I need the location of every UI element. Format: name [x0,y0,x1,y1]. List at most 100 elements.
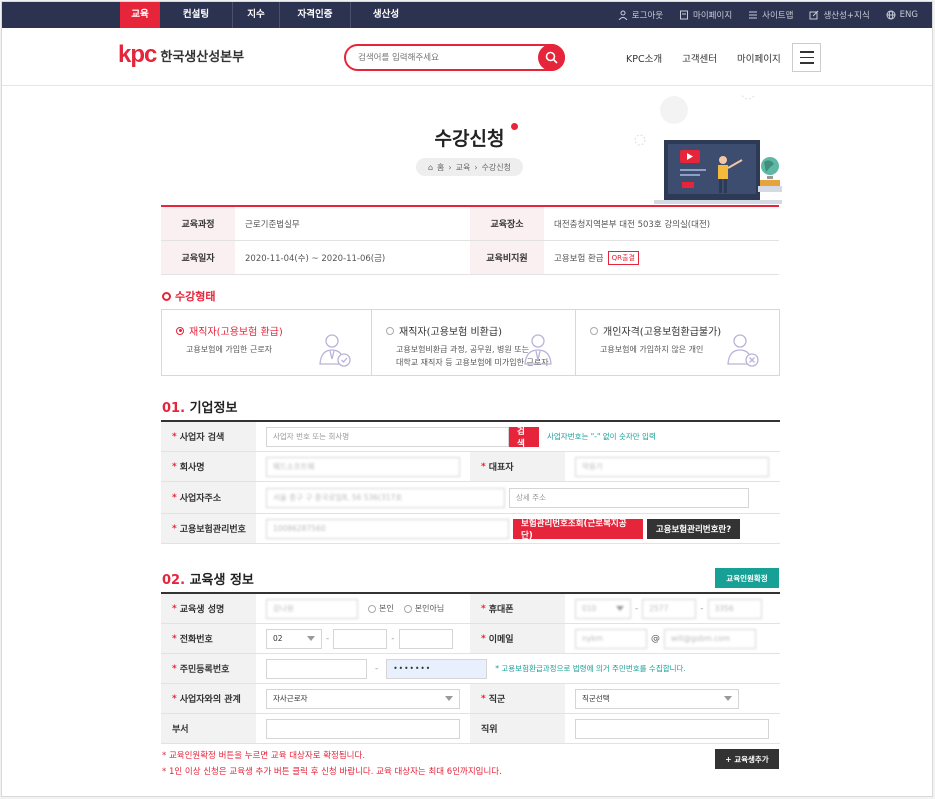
student-name-label: * 교육생 성명 [161,594,256,623]
phone-middle-input[interactable] [333,628,388,649]
logout-link[interactable]: 로그아웃 [618,9,663,21]
hamburger-menu-button[interactable] [792,43,821,72]
self-option[interactable]: 본인 [368,603,394,614]
company-section-heading: 01. 기업정보 [162,397,237,416]
support-value-cell: 고용보험 환급 QR출결 [544,241,639,274]
student-name-cell: 강나원 본인 본인아님 [256,594,470,623]
dash-separator: - [700,603,704,614]
confirm-students-button[interactable]: 교육인원확정 [715,568,779,588]
menu-mypage[interactable]: 마이페이지 [737,51,781,65]
date-label: 교육일자 [161,241,235,274]
company-address-input[interactable]: 서울 중구 구 중국로일8, 56 536(317호 [266,487,505,508]
biz-search-input[interactable]: 사업자 번호 또는 회사명 [266,426,509,447]
phone-last-input[interactable] [398,628,453,649]
phone-label-text: 전화번호 [179,635,213,645]
not-self-option[interactable]: 본인아님 [403,603,445,614]
top-nav: 교육 컨설팅 지수 자격인증 생산성 [120,2,421,28]
page-title: 수강신청 [434,128,505,150]
mobile-label-text: 휴대폰 [488,605,514,615]
student-name-input[interactable]: 강나원 [266,598,358,619]
ceo-label: * 대표자 [470,452,565,481]
relation-select[interactable]: 자사근로자 [266,688,460,709]
position-label-text: 직위 [481,725,498,735]
relation-value: 자사근로자 [273,694,308,703]
insurance-number-input[interactable]: 10086287560 [266,518,509,539]
position-label: 직위 [470,714,565,743]
rrn-back-input[interactable]: ••••••• [386,658,488,679]
sitemap-link[interactable]: 사이트맵 [748,9,793,21]
search-input[interactable] [358,50,528,66]
ceo-input[interactable]: 약용기 [575,456,769,477]
radio-unchecked[interactable] [368,604,376,613]
menu-customer-center[interactable]: 고객센터 [682,51,717,65]
chevron-down-icon [724,696,732,701]
biz-search-hint: 사업자번호는 "-" 없이 숫자만 입력 [547,432,656,441]
document-icon [680,10,689,20]
position-cell [565,714,769,743]
rrn-front-input[interactable] [266,658,367,679]
company-name-input[interactable]: 웨드소프트웨 [266,456,460,477]
topnav-certification[interactable]: 자격인증 [280,2,350,28]
hamburger-line [799,56,814,59]
attend-type-heading-text: 수강형태 [175,290,216,303]
add-student-button[interactable]: + 교육생추가 [715,749,779,769]
radio-unchecked[interactable] [590,326,598,335]
menu-kpc-intro[interactable]: KPC소개 [626,51,662,65]
mobile-last-input[interactable]: 3356 [707,598,762,619]
position-input[interactable] [575,718,769,739]
biz-search-row: * 사업자 검색 사업자 번호 또는 회사명 검색 사업자번호는 "-" 없이 숫… [161,422,780,452]
phone-area-select[interactable]: 02 [266,628,322,649]
email-domain-input[interactable]: will@gsbm.com [664,628,756,649]
dash-separator: - [635,603,639,614]
header: kpc 한국생산성본부 KPC소개 고객센터 마이페이지 [2,28,932,86]
title-dot [511,123,518,130]
relation-label-text: 사업자와의 관계 [179,695,241,705]
radio-unchecked[interactable] [403,604,412,613]
note-line: * 1인 이상 신청은 교육생 추가 버튼 클릭 후 신청 바랍니다. 교육 대… [162,767,502,777]
company-section-title: 기업정보 [189,401,238,416]
company-address-label-text: 사업자주소 [179,494,222,504]
top-bar: 교육 컨설팅 지수 자격인증 생산성 로그아웃 마이페이지 사이트맵 생산성+지… [2,2,932,28]
insurance-info-button[interactable]: 고용보험관리번호란? [647,518,740,539]
company-address-detail-input[interactable]: 상세 주소 [509,487,749,508]
student-section-heading: 02. 교육생 정보 [162,569,254,588]
insurance-lookup-button[interactable]: 보험관리번호조회(근로복지공단) [513,518,643,541]
company-name-label-text: 회사명 [179,463,205,473]
search-button[interactable] [538,44,565,71]
topnav-education[interactable]: 교육 [120,2,160,28]
phone-row: * 전화번호 02 - - * 이메일 nykm @ will@gsbm.com [161,624,780,654]
rrn-cell: - ••••••• * 고용보험환급과정으로 법령에 의거 주민번호를 수집합니… [256,654,686,683]
kpc-logo[interactable]: kpc 한국생산성본부 [118,41,244,69]
topnav-index[interactable]: 지수 [233,2,279,28]
breadcrumb-education[interactable]: 교육 [456,162,471,173]
biz-search-label-text: 사업자 검색 [179,433,225,443]
breadcrumb-separator: › [474,162,478,172]
mobile-middle-input[interactable]: 2577 [642,598,697,619]
attend-option-employee-nonrefund[interactable]: 재직자(고용보험 비환급) 고용보험비환급 과정, 공무원, 병원 또는 대학교 … [372,310,576,375]
email-at-sign: @ [651,633,660,644]
edit-icon [809,10,819,20]
radio-unchecked[interactable] [386,326,394,335]
attend-option-individual[interactable]: 개인자격(고용보험환급불가) 고용보험에 가입하지 않은 개인 [576,310,779,375]
mypage-link[interactable]: 마이페이지 [679,9,732,21]
company-address-label: * 사업자주소 [161,482,256,513]
employee-tie-icon [524,334,552,365]
topnav-productivity[interactable]: 생산성 [351,2,421,28]
home-icon[interactable]: ⌂ [428,163,433,172]
not-self-option-label: 본인아님 [414,604,445,613]
dept-input[interactable] [266,718,460,739]
attend-option-employee-refund[interactable]: 재직자(고용보험 환급) 고용보험에 가입한 근로자 [162,310,372,375]
email-id-input[interactable]: nykm [575,628,647,649]
rrn-hint: * 고용보험환급과정으로 법령에 의거 주민번호를 수집합니다. [495,664,686,673]
search-box [344,44,565,71]
knowledge-link[interactable]: 생산성+지식 [809,9,870,21]
biz-search-button[interactable]: 검색 [509,426,539,449]
breadcrumb-home[interactable]: 홈 [437,162,444,173]
topnav-consulting[interactable]: 컨설팅 [160,2,232,28]
radio-checked[interactable] [176,326,184,335]
english-link[interactable]: ENG [886,10,918,20]
rank-select[interactable]: 직군선택 [575,688,739,709]
required-mark: * [172,603,177,614]
ceo-label-text: 대표자 [488,463,514,473]
mobile-prefix-select[interactable]: 010 [575,598,631,619]
